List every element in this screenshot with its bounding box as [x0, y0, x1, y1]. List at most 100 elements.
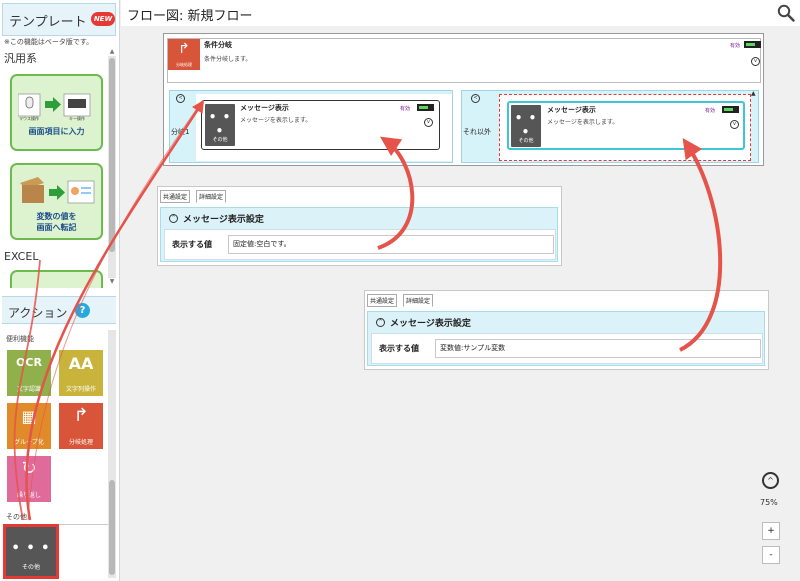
category-general: 汎用系 [4, 52, 37, 65]
condition-node[interactable]: ↱ 分岐処理 条件分岐 有効 条件分岐します。 v [167, 38, 761, 83]
action-group[interactable]: ▦ グループ化 [7, 403, 51, 449]
template-panel-title: テンプレート [9, 15, 87, 30]
action-ocr[interactable]: OCR 文字認識 [7, 350, 51, 396]
ocr-icon: OCR [16, 356, 42, 369]
action-loop[interactable]: ↻ 繰り返し [7, 456, 51, 502]
actions-category-other: その他 [6, 513, 27, 521]
group-icon: ▦ [21, 407, 37, 426]
actions-category-utility: 便利機能 [6, 335, 34, 343]
flow-diagram: ↱ 分岐処理 条件分岐 有効 条件分岐します。 v < 分岐1 • • • その… [163, 33, 764, 166]
branch-1-label: 分岐1 [171, 128, 190, 136]
zoom-out-button[interactable]: - [762, 546, 780, 564]
template-scroll-up[interactable]: ▲ [108, 48, 116, 56]
property-row: 表示する値 固定値:空白です。 [164, 229, 556, 260]
chevron-left-icon[interactable]: < [176, 94, 185, 103]
template-panel-header: テンプレート NEW [2, 3, 116, 36]
template-input-screen-item[interactable]: マウス操作 キー操作 画面項目に入力 [10, 74, 103, 151]
section-title: メッセージ表示設定 [183, 215, 264, 225]
zoom-level: 75% [760, 498, 778, 507]
new-badge: NEW [91, 12, 115, 26]
action-other[interactable]: • • • その他 [3, 524, 59, 579]
condition-node-description: 条件分岐します。 [204, 56, 252, 63]
action-label: その他 [21, 564, 40, 571]
actions-panel-header: アクション ? [2, 296, 116, 324]
branch-1-message-node[interactable]: • • • その他 メッセージ表示 有効 メッセージを表示します。 v [201, 100, 440, 150]
action-label: 繰り返し [16, 492, 41, 499]
chevron-down-icon[interactable]: v [751, 57, 760, 66]
actions-scroll-thumb[interactable] [109, 480, 115, 575]
action-label: 文字列操作 [65, 386, 96, 393]
node-enable-toggle[interactable] [417, 104, 434, 111]
property-row: 表示する値 変数値:サンプル変数 [371, 333, 763, 364]
template-scrollbar[interactable] [108, 56, 116, 278]
loop-icon: ↻ [21, 458, 37, 479]
flow-title: フロー図: 新規フロー [127, 9, 253, 24]
chevron-up-icon[interactable]: ^ [376, 318, 385, 327]
node-title: メッセージ表示 [547, 106, 596, 114]
search-icon[interactable] [777, 4, 795, 22]
scroll-up-arrow-icon[interactable]: ▲ [751, 90, 756, 97]
template-scroll-down[interactable]: ▼ [108, 278, 116, 286]
node-enable-toggle[interactable] [722, 106, 739, 113]
action-string-ops[interactable]: AA 文字列操作 [59, 350, 103, 396]
action-label: グループ化 [14, 439, 44, 446]
tab-common-settings[interactable]: 共通設定 [367, 294, 398, 307]
node-description: メッセージを表示します。 [240, 117, 312, 124]
actions-panel-title: アクション [8, 306, 68, 320]
condition-enable-toggle[interactable] [744, 41, 761, 48]
action-label: 分岐処理 [68, 439, 93, 446]
property-section: ^ メッセージ表示設定 表示する値 変数値:サンプル変数 [367, 311, 765, 366]
action-label: 文字認識 [16, 386, 41, 393]
template-transfer-variable[interactable]: 変数の値を 画面へ転記 [10, 163, 103, 240]
display-value-field[interactable]: 固定値:空白です。 [228, 235, 554, 254]
other-icon-tile: • • • その他 [511, 105, 541, 147]
condition-icon-caption: 分岐処理 [176, 62, 192, 67]
category-excel: EXCEL [4, 250, 39, 263]
branch-else-message-node[interactable]: • • • その他 メッセージ表示 有効 メッセージを表示します。 v [507, 101, 745, 150]
branch-icon: ↱ [73, 405, 89, 426]
branch-icon: ↱ [178, 41, 190, 57]
help-icon[interactable]: ? [75, 303, 90, 318]
more-dots-icon: • • • [11, 541, 51, 556]
node-description: メッセージを表示します。 [547, 119, 619, 126]
template-scroll-thumb[interactable] [109, 58, 115, 252]
topbar: フロー図: 新規フロー [121, 0, 800, 26]
box-to-screen-icon [20, 177, 95, 204]
node-icon-caption: その他 [518, 138, 534, 144]
template-label-line2: 画面へ転記 [36, 223, 77, 232]
beta-note: ※この機能はベータ版です。 [4, 38, 94, 46]
condition-node-title: 条件分岐 [204, 41, 232, 49]
tab-detail-settings[interactable]: 詳細設定 [403, 294, 434, 307]
chevron-down-icon[interactable]: v [424, 118, 433, 127]
condition-node-icon-tile: ↱ 分岐処理 [168, 39, 200, 70]
node-title: メッセージ表示 [240, 104, 289, 112]
chevron-down-icon[interactable]: v [730, 120, 739, 129]
property-panel-2: 共通設定 詳細設定 ^ メッセージ表示設定 表示する値 変数値:サンプル変数 [364, 290, 769, 370]
node-status: 有効 [705, 108, 716, 114]
other-icon-tile: • • • その他 [205, 104, 235, 146]
more-dots-icon: • • • [208, 110, 232, 138]
tab-common-settings[interactable]: 共通設定 [160, 190, 191, 203]
zoom-in-button[interactable]: + [762, 522, 780, 540]
template-excel-partial[interactable] [10, 270, 103, 288]
text-icon: AA [68, 354, 94, 373]
template-label-line1: 変数の値を [36, 212, 77, 221]
actions-scrollbar[interactable] [108, 330, 116, 578]
property-panel-1: 共通設定 詳細設定 ^ メッセージ表示設定 表示する値 固定値:空白です。 [157, 186, 562, 266]
condition-node-status: 有効 [730, 43, 741, 49]
property-section: ^ メッセージ表示設定 表示する値 固定値:空白です。 [160, 207, 558, 262]
display-value-field[interactable]: 変数値:サンプル変数 [435, 339, 761, 358]
field-label: 表示する値 [172, 240, 212, 249]
section-title: メッセージ表示設定 [390, 319, 471, 329]
node-status: 有効 [400, 106, 411, 112]
branch-else-label: それ以外 [463, 128, 491, 136]
sidebar: テンプレート NEW ※この機能はベータ版です。 汎用系 マウス操作 キー操作 … [0, 0, 120, 581]
action-branch[interactable]: ↱ 分岐処理 [59, 403, 103, 449]
chevron-up-icon[interactable]: ^ [169, 214, 178, 223]
tab-detail-settings[interactable]: 詳細設定 [196, 190, 227, 203]
mouse-caption: マウス操作 [19, 116, 39, 121]
template-label: 画面項目に入力 [28, 127, 85, 136]
field-label: 表示する値 [379, 344, 419, 353]
chevron-left-icon[interactable]: < [471, 94, 480, 103]
zoom-collapse-button[interactable]: ^ [762, 472, 779, 489]
